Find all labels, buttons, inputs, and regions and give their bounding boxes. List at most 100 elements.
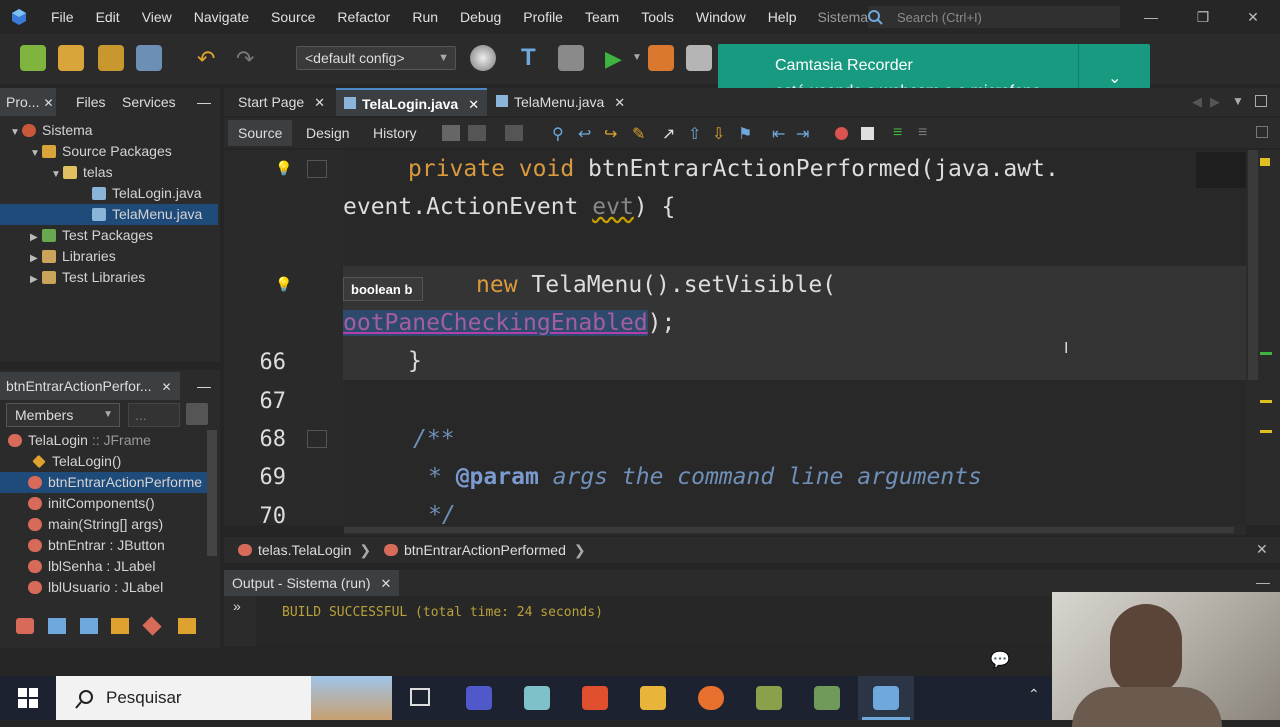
menu-edit[interactable]: Edit xyxy=(85,0,131,34)
teams-icon[interactable] xyxy=(466,686,492,710)
breadcrumb-method[interactable]: btnEntrarActionPerformed ❯ xyxy=(384,537,586,563)
tree-item-telas[interactable]: ▼ telas xyxy=(0,162,218,183)
uncomment-icon[interactable]: ≡ xyxy=(918,124,927,142)
profile-icon[interactable] xyxy=(686,45,712,71)
menu-source[interactable]: Source xyxy=(260,0,326,34)
tree-item-test-libraries[interactable]: ▶ Test Libraries xyxy=(0,267,218,288)
tab-projects[interactable]: Pro... ✕ xyxy=(0,88,56,116)
tab-services[interactable]: Services xyxy=(122,88,176,116)
toggle-highlight-icon[interactable]: ✎ xyxy=(632,124,645,144)
last-edit-icon[interactable] xyxy=(442,125,460,141)
chevron-down-icon[interactable]: ⌄ xyxy=(1108,68,1121,88)
tree-item-test-packages[interactable]: ▶ Test Packages xyxy=(0,225,218,246)
config-select[interactable]: <default config> ▼ xyxy=(296,46,456,70)
globe-icon[interactable] xyxy=(470,45,496,71)
stop-macro-icon[interactable] xyxy=(861,127,874,140)
output-console[interactable]: BUILD SUCCESSFUL (total time: 24 seconds… xyxy=(256,596,1052,646)
shift-right-icon[interactable]: ⇥ xyxy=(796,124,809,144)
maximize-editor-icon[interactable] xyxy=(1255,95,1267,107)
member-method[interactable]: initComponents() xyxy=(0,493,207,514)
filter-fields-icon[interactable] xyxy=(16,618,34,634)
windows-start-icon[interactable] xyxy=(18,688,38,708)
fold-toggle-icon[interactable] xyxy=(307,430,327,448)
build-icon[interactable]: T xyxy=(521,44,536,72)
scrollbar-thumb[interactable] xyxy=(1248,150,1258,380)
toggle-bookmark-icon[interactable]: ⚑ xyxy=(738,124,752,144)
tree-item-sistema[interactable]: ▼ Sistema xyxy=(0,120,218,141)
save-all-icon[interactable] xyxy=(136,45,162,71)
task-view-icon[interactable] xyxy=(410,688,430,706)
tree-item-telamenu[interactable]: TelaMenu.java xyxy=(0,204,218,225)
navigator-scrollbar[interactable] xyxy=(207,430,217,556)
tab-telamenu[interactable]: TelaMenu.java ✕ xyxy=(488,88,633,116)
shift-left-icon[interactable]: ⇤ xyxy=(772,124,785,144)
run-dropdown-icon[interactable]: ▼ xyxy=(632,52,642,63)
fold-toggle-icon[interactable] xyxy=(307,160,327,178)
tab-files[interactable]: Files xyxy=(76,88,106,116)
brave-browser-icon[interactable] xyxy=(582,686,608,710)
menu-help[interactable]: Help xyxy=(757,0,808,34)
menu-profile[interactable]: Profile xyxy=(512,0,574,34)
undo-icon[interactable]: ↶ xyxy=(197,46,215,72)
scroll-tabs-left-icon[interactable]: ◀ xyxy=(1192,94,1202,110)
tab-output[interactable]: Output - Sistema (run) ✕ xyxy=(224,570,400,596)
firefox-icon[interactable] xyxy=(698,686,724,710)
minimize-panel-icon[interactable]: — xyxy=(197,88,211,116)
tab-source[interactable]: Source xyxy=(228,120,293,146)
member-constructor[interactable]: TelaLogin() xyxy=(0,451,207,472)
comment-icon[interactable]: ≡ xyxy=(893,124,902,142)
toggle-rect-select-icon[interactable]: ↗ xyxy=(662,124,675,144)
hint-marker[interactable] xyxy=(1260,400,1272,403)
menu-team[interactable]: Team xyxy=(574,0,630,34)
close-window-icon[interactable]: ✕ xyxy=(1228,0,1278,34)
menu-debug[interactable]: Debug xyxy=(449,0,512,34)
menu-window[interactable]: Window xyxy=(685,0,757,34)
hint-bulb-icon[interactable]: 💡 xyxy=(275,276,292,293)
open-project-icon[interactable] xyxy=(98,45,124,71)
taskbar-search[interactable]: Pesquisar xyxy=(56,676,392,720)
search-input[interactable]: Search (Ctrl+I) xyxy=(868,6,1120,28)
find-icon[interactable]: ⚲ xyxy=(552,124,564,144)
menu-view[interactable]: View xyxy=(131,0,183,34)
chevron-down-icon[interactable]: ▼ xyxy=(1232,94,1244,108)
tab-design[interactable]: Design xyxy=(296,120,360,146)
menu-refactor[interactable]: Refactor xyxy=(326,0,401,34)
minimize-panel-icon[interactable]: — xyxy=(197,372,211,400)
file-explorer-icon[interactable] xyxy=(640,686,666,710)
close-icon[interactable]: ✕ xyxy=(1256,541,1268,558)
find-next-icon[interactable]: ↪ xyxy=(604,124,617,144)
app-icon[interactable] xyxy=(756,686,782,710)
filter-locked-icon[interactable] xyxy=(111,618,129,634)
scroll-tabs-right-icon[interactable]: ▶ xyxy=(1210,94,1220,110)
member-method-selected[interactable]: btnEntrarActionPerforme xyxy=(0,472,207,493)
menu-navigate[interactable]: Navigate xyxy=(183,0,260,34)
menu-file[interactable]: File xyxy=(40,0,85,34)
menu-tools[interactable]: Tools xyxy=(630,0,685,34)
tab-navigator[interactable]: btnEntrarActionPerfor... ✕ xyxy=(0,372,180,400)
menu-run[interactable]: Run xyxy=(401,0,449,34)
warning-marker[interactable] xyxy=(1260,158,1270,166)
members-select[interactable]: Members ▼ xyxy=(6,403,120,427)
forward-icon[interactable] xyxy=(505,125,523,141)
run-icon[interactable]: ▶ xyxy=(605,46,622,72)
app-icon[interactable] xyxy=(814,686,840,710)
filter-nonpublic-icon[interactable] xyxy=(80,618,98,634)
record-macro-icon[interactable] xyxy=(835,127,848,140)
tree-item-telalogin[interactable]: TelaLogin.java xyxy=(0,183,218,204)
breadcrumb-package[interactable]: telas.TelaLogin ❯ xyxy=(238,537,371,563)
member-main[interactable]: main(String[] args) xyxy=(0,514,207,535)
sort-icon[interactable] xyxy=(186,403,208,425)
filter-members-icon[interactable] xyxy=(178,618,196,634)
change-marker[interactable] xyxy=(1260,352,1272,355)
member-field[interactable]: lblUsuario : JLabel xyxy=(0,577,207,598)
notifications-icon[interactable]: 💬 xyxy=(990,650,1010,670)
new-project-icon[interactable] xyxy=(58,45,84,71)
filter-static-icon[interactable] xyxy=(48,618,66,634)
tab-telalogin[interactable]: TelaLogin.java ✕ xyxy=(336,88,488,116)
redo-icon[interactable]: ↷ xyxy=(236,46,254,72)
tree-item-source-packages[interactable]: ▼ Source Packages xyxy=(0,141,218,162)
member-class[interactable]: TelaLogin :: JFrame xyxy=(0,430,207,451)
back-icon[interactable] xyxy=(468,125,486,141)
horizontal-scrollbar-thumb[interactable] xyxy=(344,527,1234,533)
member-field[interactable]: btnEntrar : JButton xyxy=(0,535,207,556)
